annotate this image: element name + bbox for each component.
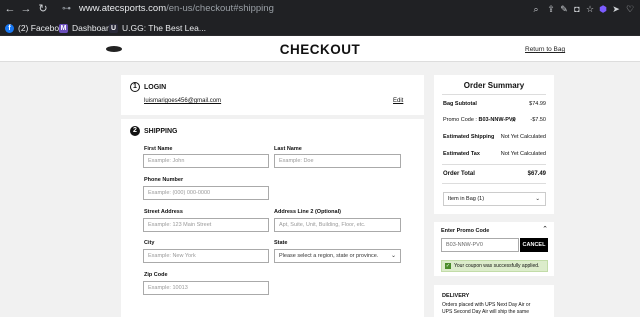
promo-code-title: Enter Promo Code [441,228,490,234]
facebook-icon: f [5,23,14,33]
state-label: State [274,240,288,246]
step-number-badge: 2 [130,126,140,136]
divider [442,183,546,184]
delivery-text-line-2: UPS Second Day Air will ship the same [442,309,529,315]
bookmark-ugg[interactable]: U U.GG: The Best Lea... [109,22,206,34]
state-select[interactable]: Please select a region, state or provinc… [274,249,401,263]
divider [442,164,546,165]
edit-login-link[interactable]: Edit [393,98,403,104]
first-name-label: First Name [144,146,173,152]
cancel-promo-button[interactable]: CANCEL [520,238,548,252]
last-name-input[interactable] [274,154,401,168]
browser-toolbar: ← → ↻ ⊶ www.atecsports.com/en-us/checkou… [0,0,640,19]
promo-success-text: Your coupon was successfully applied. [454,263,540,269]
login-email: luismarigoes456@gmail.com [144,98,222,104]
remove-promo-icon[interactable]: ✕ [511,117,516,124]
estimated-tax-label: Estimated Tax [443,151,480,157]
search-icon[interactable]: ⌕ [531,4,541,14]
phone-input[interactable] [143,186,269,200]
order-total-label: Order Total [443,171,475,177]
order-summary-title: Order Summary [463,81,525,90]
divider [442,94,546,95]
state-select-value: Please select a region, state or provinc… [279,253,379,259]
bookmarks-bar: f (2) Facebook M Dashboard U U.GG: The B… [0,19,640,36]
chevron-up-icon[interactable]: ⌃ [542,225,548,233]
chevron-down-icon: ⌄ [535,196,540,202]
estimated-tax-value: Not Yet Calculated [500,151,546,157]
bookmark-label: Dashboard [72,23,114,33]
promo-code-label: Promo Code : B03-NNW-PV0 [443,117,516,123]
order-summary: Order Summary Bag Subtotal $74.99 Promo … [434,75,554,214]
delivery-info: DELIVERY Orders placed with UPS Next Day… [434,285,554,317]
promo-code-section: Enter Promo Code ⌃ B03-NNW-PV0 CANCEL ✓ Y… [434,222,554,276]
delivery-title: DELIVERY [442,293,470,299]
edit-icon[interactable]: ✎ [559,4,569,14]
city-input[interactable] [143,249,269,263]
site-header: CHECKOUT Return to Bag [0,36,640,62]
address-line-2-input[interactable] [274,218,401,232]
extension-shield-icon[interactable]: ⬢ [598,4,608,14]
promo-code-input[interactable]: B03-NNW-PV0 [441,238,519,252]
city-label: City [144,240,155,246]
street-address-label: Street Address [144,209,183,215]
forward-icon[interactable]: → [20,3,32,15]
promo-discount-value: -$7.50 [530,117,546,123]
first-name-input[interactable] [143,154,269,168]
step-number-badge: 1 [130,82,140,92]
share-icon[interactable]: ⇪ [546,4,556,14]
login-section: 1 LOGIN luismarigoes456@gmail.com Edit [121,75,424,115]
item-in-bag-label: Item in Bag (1) [448,196,485,202]
item-in-bag-toggle[interactable]: Item in Bag (1) ⌄ [443,192,546,206]
bookmark-dashboard[interactable]: M Dashboard [59,22,114,34]
bookmark-label: U.GG: The Best Lea... [122,23,206,33]
url-text[interactable]: www.atecsports.com/en-us/checkout#shippi… [79,3,274,14]
phone-label: Phone Number [144,177,184,183]
back-icon[interactable]: ← [4,3,16,15]
site-info-icon[interactable]: ⊶ [62,3,71,14]
last-name-label: Last Name [274,146,302,152]
checkmark-icon: ✓ [445,262,451,269]
bag-subtotal-label: Bag Subtotal [443,101,477,107]
section-title: LOGIN [144,84,167,91]
heart-icon[interactable]: ♡ [625,4,635,14]
bookmark-star-icon[interactable]: ☆ [585,4,595,14]
address-line-2-label: Address Line 2 (Optional) [274,209,341,215]
estimated-shipping-label: Estimated Shipping [443,134,495,140]
delivery-text-line-1: Orders placed with UPS Next Day Air or [442,302,531,308]
return-to-bag-link[interactable]: Return to Bag [525,46,565,53]
shipping-section: 2 SHIPPING First Name Last Name Phone Nu… [121,119,424,317]
promo-success-message: ✓ Your coupon was successfully applied. [441,260,548,272]
chevron-down-icon: ⌄ [390,253,396,259]
zip-code-input[interactable] [143,281,269,295]
zip-code-label: Zip Code [144,272,168,278]
camera-icon[interactable]: ◘ [572,4,582,14]
section-title: SHIPPING [144,128,178,135]
dashboard-icon: M [59,23,68,33]
estimated-shipping-value: Not Yet Calculated [500,134,546,140]
ugg-icon: U [109,23,118,33]
bag-subtotal-value: $74.99 [529,101,546,107]
reload-icon[interactable]: ↻ [37,3,49,15]
send-icon[interactable]: ➤ [611,4,621,14]
order-total-value: $67.49 [527,171,546,177]
street-address-input[interactable] [143,218,269,232]
